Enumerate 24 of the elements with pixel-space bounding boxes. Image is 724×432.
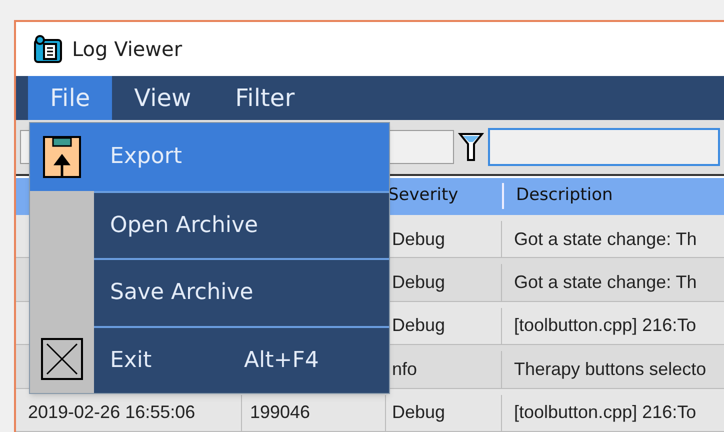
menu-option[interactable]: Open Archive xyxy=(94,190,389,258)
table-cell-text: Debug xyxy=(392,401,446,424)
close-icon xyxy=(41,338,83,380)
window-title: Log Viewer xyxy=(72,36,182,64)
table-cell-text: Debug xyxy=(392,271,446,294)
document-app-icon xyxy=(34,35,64,64)
table-cell-text: 2019-02-26 16:55:06 xyxy=(28,401,196,424)
table-cell-text: nfo xyxy=(392,358,418,381)
table-cell-text: Got a state change: Th xyxy=(514,271,697,294)
menu-item[interactable]: View xyxy=(112,76,214,120)
search-field[interactable] xyxy=(488,128,720,166)
filter-icon[interactable] xyxy=(458,132,484,162)
table-cell-text: Debug xyxy=(392,314,446,338)
table-cell-text: Debug xyxy=(392,228,446,251)
column-header[interactable]: Severity xyxy=(386,183,502,209)
menu-option[interactable]: Exit Alt+F4 xyxy=(94,326,389,393)
table-cell-text: Got a state change: Th xyxy=(514,228,697,251)
menu-item[interactable]: Filter xyxy=(213,76,317,120)
table-cell-text: 199046 xyxy=(250,401,310,424)
table-cell-text: Therapy buttons selecto xyxy=(514,358,706,381)
table-cell-text: [toolbutton.cpp] 216:To xyxy=(514,401,696,424)
table-cell-text: [toolbutton.cpp] 216:To xyxy=(514,314,696,338)
column-header[interactable]: Description xyxy=(502,183,724,209)
menu-option[interactable]: Save Archive xyxy=(94,258,389,326)
